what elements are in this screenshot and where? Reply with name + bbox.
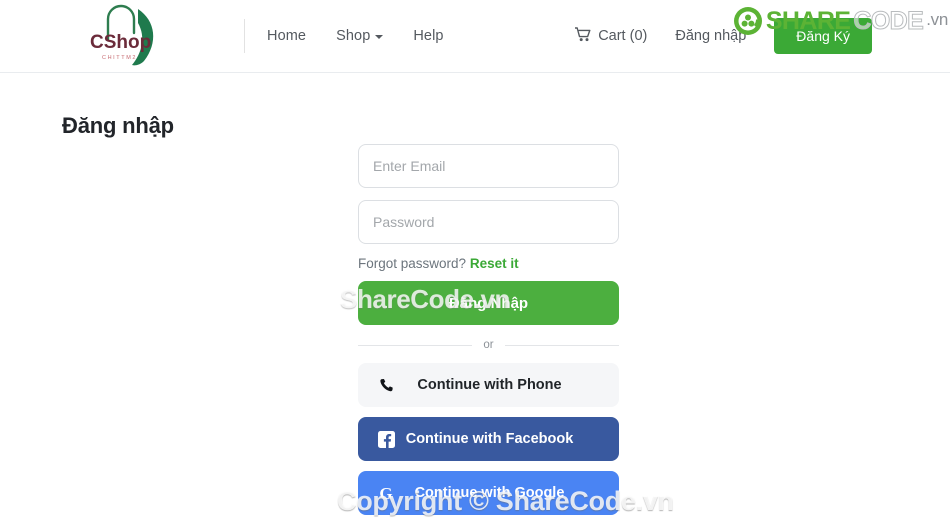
divider-line-left (358, 344, 473, 346)
cshop-logo-svg: CShop CHITTM2 (90, 4, 154, 66)
nav-item-shop-label: Shop (336, 28, 371, 44)
header-right-actions: Cart (0) Đăng nhập Đăng Ký (574, 18, 930, 54)
login-submit-button[interactable]: Đăng Nhập (358, 281, 619, 325)
continue-with-phone-button[interactable]: Continue with Phone (358, 363, 619, 407)
cshop-logo: CShop CHITTM2 (86, 3, 170, 69)
brand-logo-link[interactable]: CShop CHITTM2 (86, 3, 236, 69)
continue-with-facebook-label: Continue with Facebook (405, 431, 574, 447)
email-input[interactable] (358, 144, 619, 188)
logo-wordmark: CShop (90, 32, 151, 53)
nav-item-home-label: Home (267, 28, 307, 44)
continue-with-phone-label: Continue with Phone (417, 377, 562, 393)
nav-item-shop[interactable]: Shop (336, 28, 384, 44)
forgot-password-row: Forgot password? Reset it (358, 256, 619, 271)
nav-item-help[interactable]: Help (413, 28, 443, 44)
nav-item-help-label: Help (413, 28, 444, 44)
site-header: CShop CHITTM2 Home Shop Help Cart (0) Đă… (0, 0, 950, 73)
cart-link[interactable]: Cart (0) (574, 26, 648, 46)
chevron-down-icon (375, 35, 384, 39)
header-login-link[interactable]: Đăng nhập (675, 28, 746, 44)
divider-label: or (483, 339, 494, 351)
reset-password-link[interactable]: Reset it (470, 256, 519, 271)
page-title: Đăng nhập (62, 113, 174, 138)
logo-tagline: CHITTM2 (102, 55, 137, 61)
divider-line-right (504, 344, 620, 346)
header-divider (244, 19, 245, 53)
password-input[interactable] (358, 200, 619, 244)
continue-with-google-button[interactable]: G Continue with Google (358, 471, 619, 515)
or-divider: or (358, 339, 620, 351)
nav-item-home[interactable]: Home (267, 28, 306, 44)
register-button[interactable]: Đăng Ký (774, 18, 872, 54)
cart-label: Cart (0) (598, 28, 648, 44)
forgot-password-label: Forgot password? (358, 256, 467, 271)
login-form: Forgot password? Reset it Đăng Nhập or C… (358, 144, 620, 525)
shopping-cart-icon (574, 26, 591, 46)
continue-with-facebook-button[interactable]: Continue with Facebook (358, 417, 619, 461)
main-nav: Home Shop Help (267, 28, 444, 44)
continue-with-google-label: Continue with Google (414, 485, 565, 501)
